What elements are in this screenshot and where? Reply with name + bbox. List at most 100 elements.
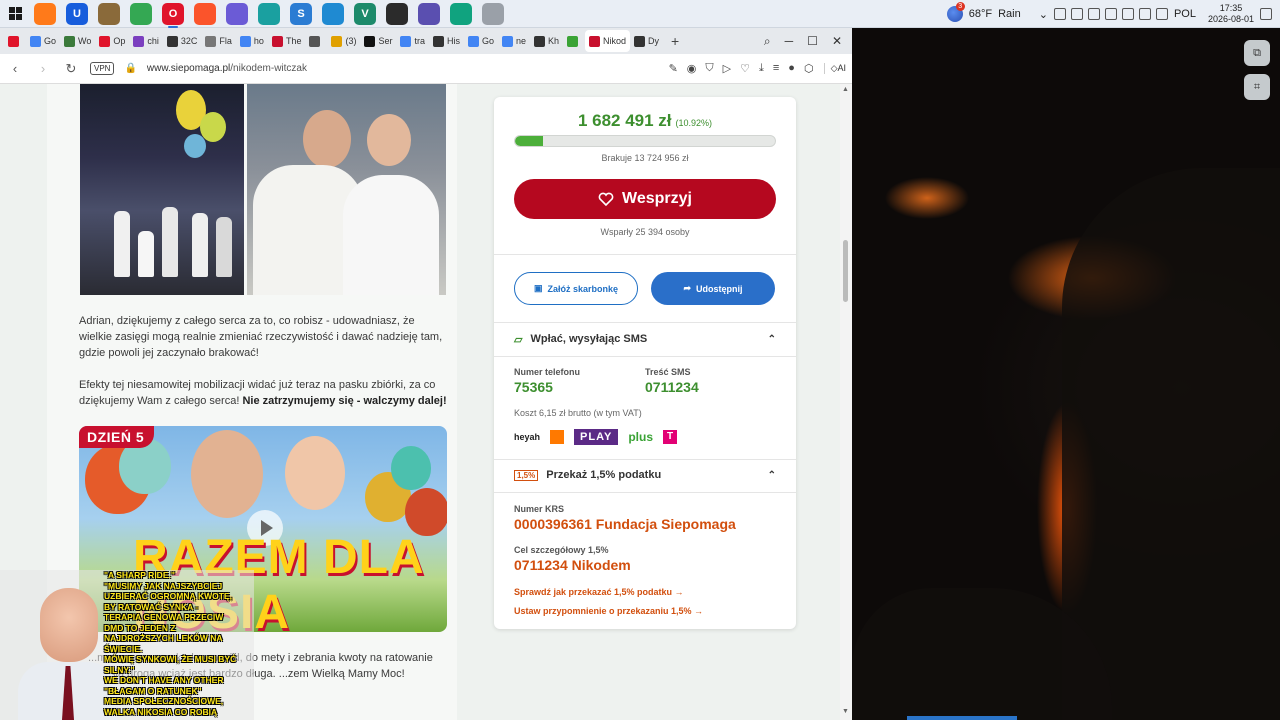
tab-active[interactable]: Nikod [585, 30, 631, 52]
new-tab-button[interactable]: + [663, 33, 687, 49]
back-icon[interactable]: ‹ [6, 61, 24, 76]
vscode-icon[interactable] [322, 2, 344, 25]
cloud-icon[interactable] [1104, 8, 1117, 20]
v-app-icon[interactable]: V [354, 2, 376, 25]
scroll-thumb[interactable] [843, 240, 848, 302]
start-button[interactable] [0, 0, 30, 28]
tab[interactable]: Wo [60, 30, 95, 52]
tab[interactable]: Fla [201, 30, 236, 52]
reload-icon[interactable]: ↻ [62, 61, 80, 77]
clock[interactable]: 17:35 2026-08-01 [1208, 3, 1254, 25]
krs-label: Numer KRS [514, 504, 565, 514]
settings-icon[interactable] [418, 2, 440, 25]
set-reminder-link[interactable]: Ustaw przypomnienie o przekazaniu 1,5% → [514, 606, 703, 616]
firefox-icon[interactable] [34, 2, 56, 25]
maximize-icon[interactable]: ☐ [807, 34, 818, 49]
tax-title: Przekaż 1,5% podatku [546, 469, 662, 481]
donate-button[interactable]: Wesprzyj [514, 179, 776, 219]
share-icon: ➦ [683, 283, 692, 293]
microphone-icon[interactable] [1070, 8, 1083, 20]
tab[interactable] [563, 30, 585, 52]
tab[interactable]: His [429, 30, 464, 52]
search-tabs-icon[interactable]: ⌕ [764, 34, 771, 49]
tab[interactable]: tra [396, 30, 429, 52]
chatgpt-icon[interactable] [450, 2, 472, 25]
chevron-up-icon[interactable]: ⌃ [768, 470, 776, 481]
subtitle-line: "BŁAGAM O RATUNEK" [104, 685, 202, 696]
battery-icon[interactable] [1053, 8, 1066, 20]
tab[interactable]: (3) [327, 30, 360, 52]
window-controls: ⌕ ─ ☐ ✕ [764, 34, 852, 49]
tab[interactable]: 32C [163, 30, 202, 52]
scroll-up-icon[interactable]: ▲ [842, 86, 849, 93]
edit-icon[interactable]: ✎ [669, 62, 678, 75]
camera-icon[interactable]: ◉ [687, 62, 697, 75]
profile-icon[interactable]: ● [788, 62, 795, 75]
obs-icon[interactable] [386, 2, 408, 25]
copilot-icon[interactable] [226, 2, 248, 25]
chrome-icon[interactable] [130, 2, 152, 25]
network-icon[interactable] [1087, 8, 1100, 20]
minimize-icon[interactable]: ─ [785, 34, 794, 49]
tab[interactable]: Go [464, 30, 498, 52]
library-icon[interactable] [98, 2, 120, 25]
brave-icon[interactable] [194, 2, 216, 25]
tab[interactable]: Kh [530, 30, 563, 52]
chevron-up-icon[interactable]: ⌄ [1039, 8, 1048, 21]
tab[interactable]: ne [498, 30, 530, 52]
display-icon[interactable] [1138, 8, 1151, 20]
close-icon[interactable]: ✕ [832, 34, 842, 49]
menu-icon[interactable]: ≡ [773, 62, 779, 75]
subtitle-line: MÓWIĘ SYNKOWI, ŻE MUSI BYĆ [104, 654, 237, 664]
s-app-icon[interactable]: S [290, 2, 312, 25]
tab[interactable]: Ser [360, 30, 396, 52]
download-icon[interactable]: ⤓ [759, 62, 764, 75]
url-field[interactable]: www.siepomaga.pl/nikodem-witczak [147, 63, 659, 74]
volume-icon[interactable] [1155, 8, 1168, 20]
shield-icon[interactable]: ⛉ [705, 62, 713, 75]
photo-collage[interactable] [80, 84, 446, 295]
heart-icon[interactable]: ♡ [740, 62, 750, 75]
chevron-up-icon[interactable]: ⌃ [768, 334, 776, 345]
tax-section-header[interactable]: 1,5% Przekaż 1,5% podatku ⌃ [514, 465, 776, 485]
bitwarden-icon[interactable]: U [66, 2, 88, 25]
create-piggybank-button[interactable]: ▣ Załóż skarbonkę [514, 272, 638, 305]
tab[interactable] [305, 30, 327, 52]
tab-label: Dy [648, 36, 660, 46]
opera-icon[interactable]: O [162, 2, 184, 28]
tab[interactable]: Dy [630, 30, 663, 52]
notepad-icon[interactable] [258, 2, 280, 25]
windows-taskbar: U O S V 68°F Rain ⌄ POL 17:35 2026-08-01 [0, 0, 1280, 28]
tab[interactable] [4, 30, 26, 52]
how-to-donate-tax-link[interactable]: Sprawdź jak przekazać 1,5% podatku → [514, 587, 684, 597]
phone-number: 75365 [514, 379, 553, 395]
page-scrollbar[interactable]: ▲ ▼ [840, 84, 852, 720]
lock-icon[interactable]: 🔒 [124, 63, 136, 74]
weather-icon[interactable] [946, 2, 965, 22]
wifi-icon[interactable] [1121, 8, 1134, 20]
subtitle-line: BY RATOWAĆ SYNKA - [104, 601, 199, 612]
sms-section-header[interactable]: ▱ Wpłać, wysyłając SMS ⌃ [514, 329, 776, 349]
vpn-badge[interactable]: VPN [90, 62, 115, 75]
tab[interactable]: Go [26, 30, 60, 52]
favicon-icon [205, 35, 217, 47]
ai-button[interactable]: ◇AI [823, 63, 846, 74]
play-icon[interactable]: ▷ [723, 62, 731, 75]
plus-logo: plus [628, 430, 654, 444]
snip-tool-icon[interactable]: ⧉ [1244, 40, 1270, 66]
screen-capture-icon[interactable]: ⌗ [1244, 74, 1270, 100]
tab[interactable]: The [268, 30, 306, 52]
tab[interactable]: Op [95, 30, 129, 52]
photos-icon[interactable] [482, 2, 504, 25]
presenter-overlay: "A SHARP RIDE." "MUSIMY JAK NAJSZYBCIEJ UZ… [0, 570, 254, 720]
subtitle-line: "A SHARP RIDE." [104, 570, 175, 580]
share-button[interactable]: ➦ Udostępnij [651, 272, 775, 305]
tab[interactable]: chi [129, 30, 163, 52]
language-indicator[interactable]: POL [1174, 8, 1196, 20]
extensions-icon[interactable]: ⬡ [804, 62, 814, 75]
forward-icon[interactable]: › [34, 61, 52, 76]
tab[interactable]: ho [236, 30, 268, 52]
scroll-down-icon[interactable]: ▼ [842, 708, 849, 715]
tab-list: Go Wo Op chi 32C Fla ho The (3) Ser tra His Go ne Kh Ni… [4, 30, 663, 52]
notifications-icon[interactable] [1260, 8, 1272, 20]
